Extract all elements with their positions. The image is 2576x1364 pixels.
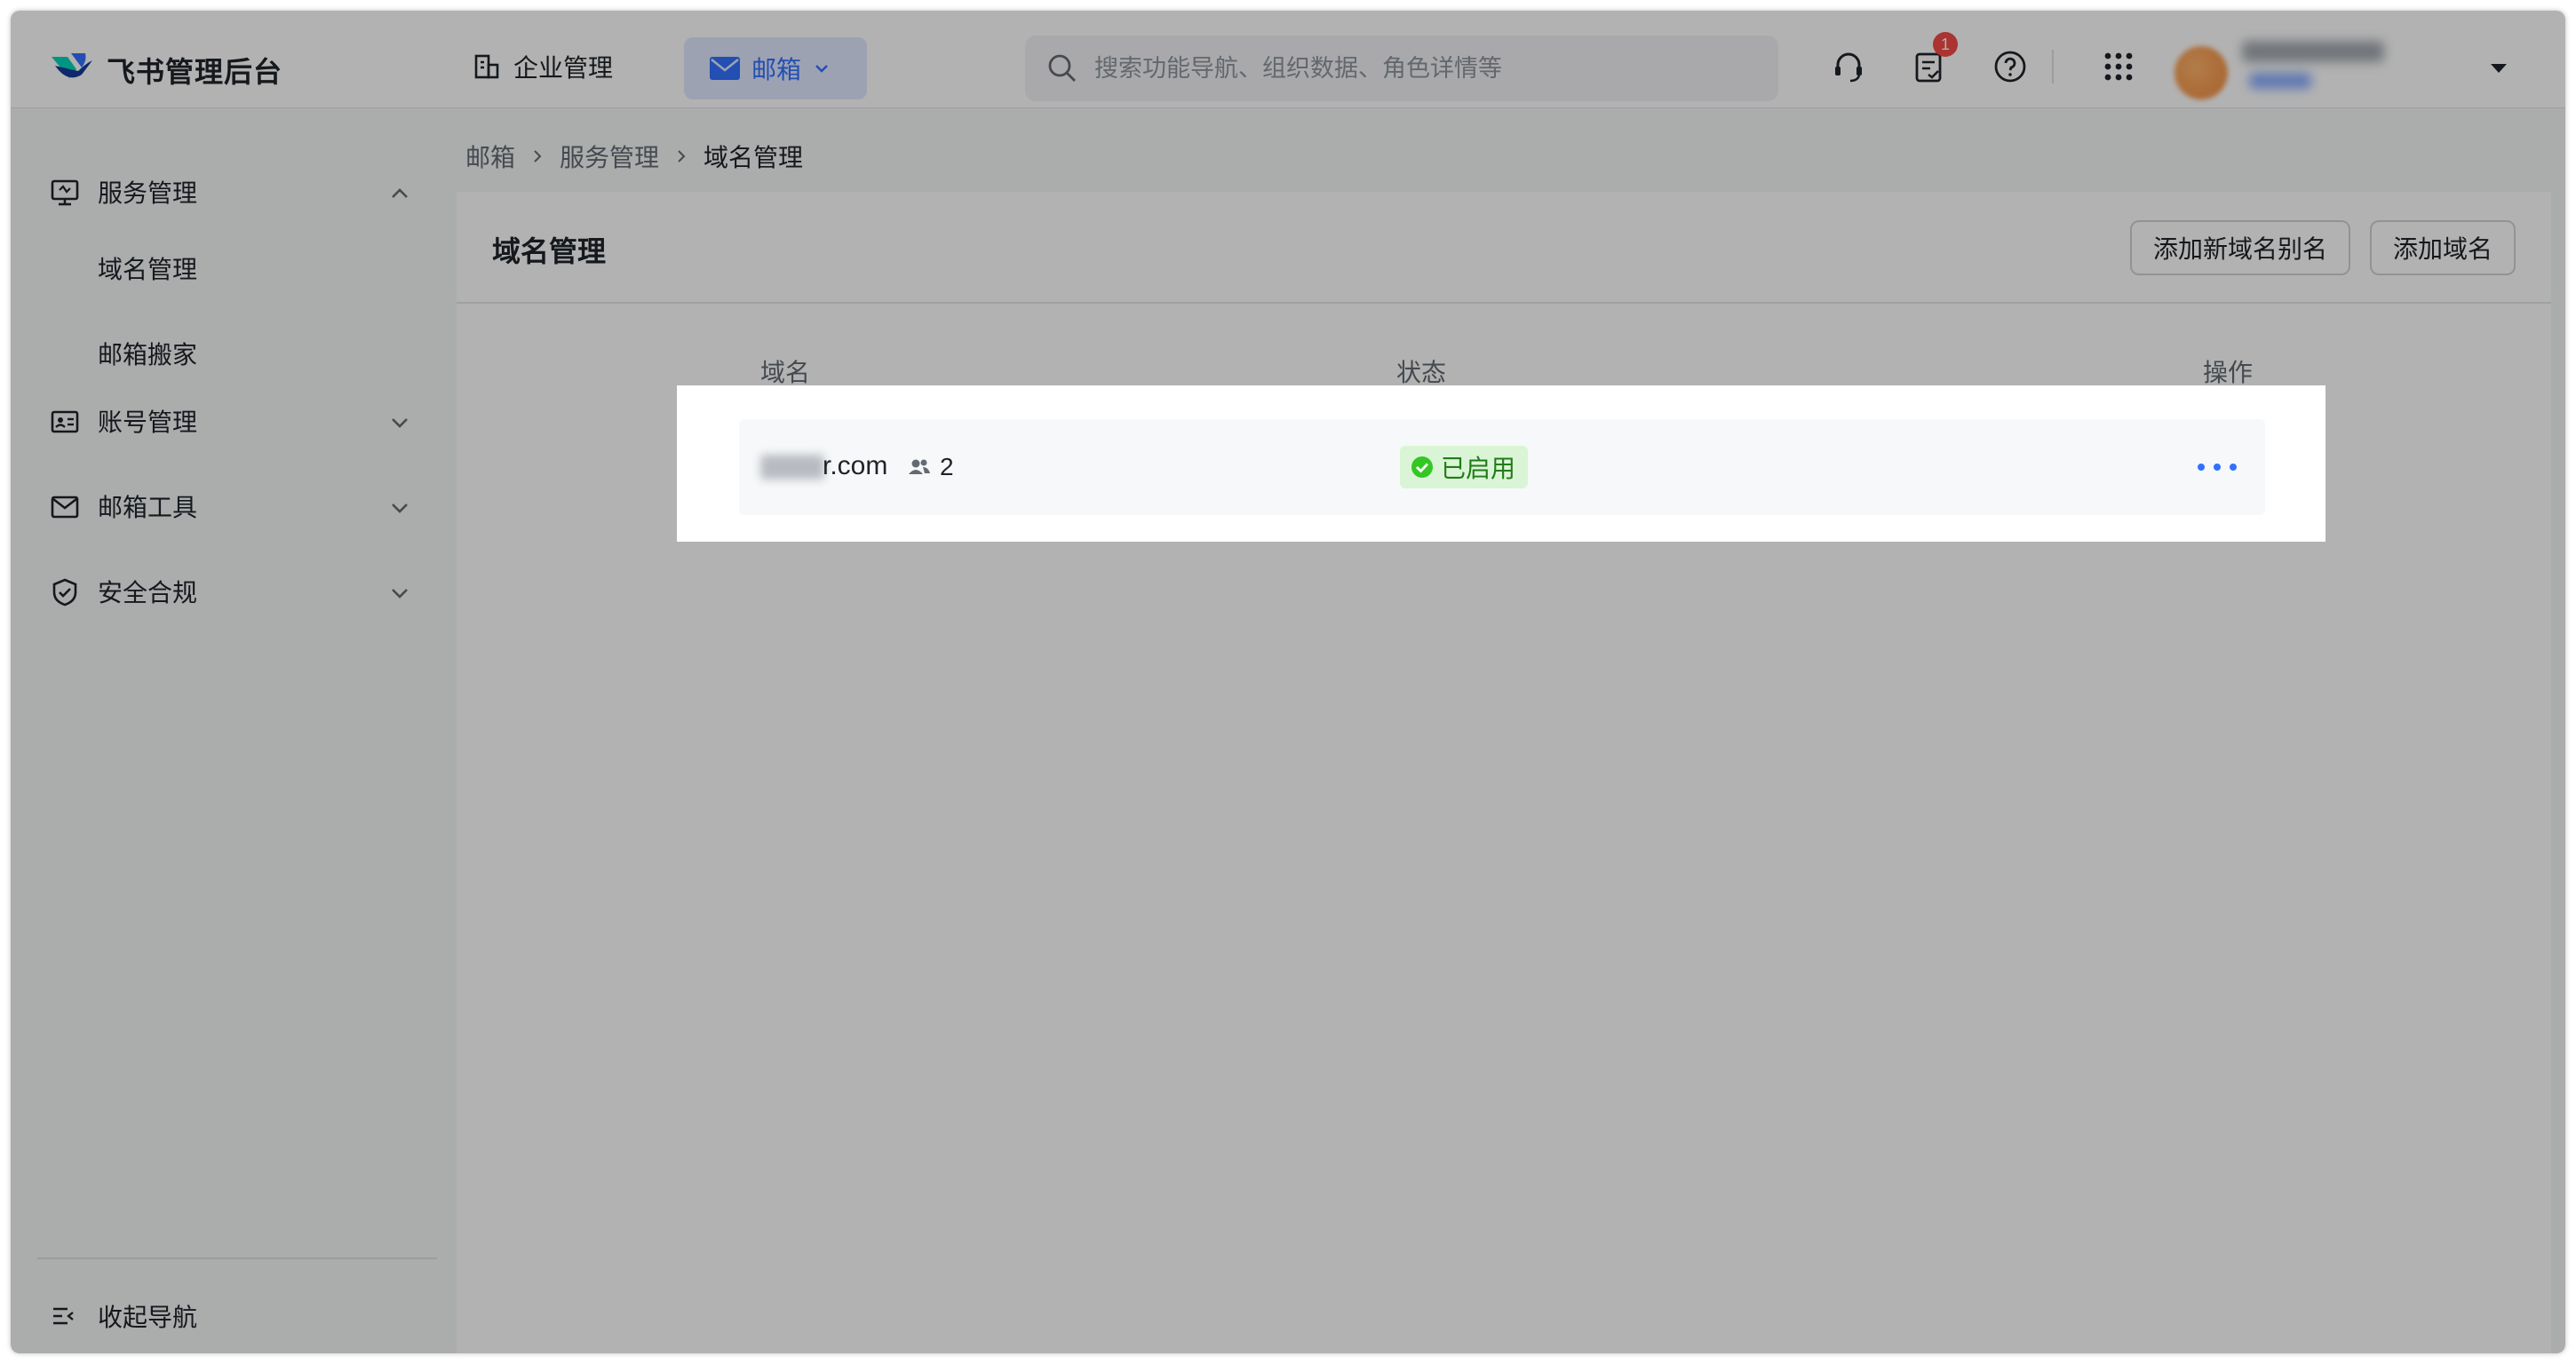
apps-grid-icon bbox=[2104, 52, 2133, 81]
more-actions-button[interactable] bbox=[2198, 451, 2237, 483]
nav-enterprise-label: 企业管理 bbox=[513, 54, 614, 82]
domain-prefix-blurred bbox=[760, 455, 824, 480]
building-icon bbox=[474, 54, 499, 79]
app-title: 飞书管理后台 bbox=[107, 56, 283, 88]
breadcrumb-mail[interactable]: 邮箱 bbox=[465, 139, 515, 174]
user-org-blurred bbox=[2249, 73, 2311, 89]
page-title: 域名管理 bbox=[492, 235, 607, 267]
chevron-down-icon bbox=[392, 418, 408, 428]
sidebar-group-label: 账号管理 bbox=[98, 408, 198, 436]
users-icon bbox=[909, 459, 930, 474]
sidebar-group-label: 邮箱工具 bbox=[98, 494, 198, 521]
headset-icon bbox=[1835, 52, 1862, 83]
user-name-blurred bbox=[2242, 41, 2384, 62]
notification-badge: 1 bbox=[1933, 32, 1958, 57]
more-dot bbox=[2214, 464, 2221, 471]
mail-filled-icon bbox=[710, 57, 740, 80]
help-icon bbox=[1994, 51, 2026, 83]
more-dot bbox=[2230, 464, 2237, 471]
status-label: 已启用 bbox=[1441, 455, 1516, 482]
more-dot bbox=[2198, 464, 2205, 471]
sidebar-group-mail-tools[interactable]: 邮箱工具 bbox=[11, 478, 457, 535]
global-search[interactable] bbox=[1025, 36, 1778, 101]
id-card-icon bbox=[51, 410, 79, 433]
chevron-down-icon bbox=[392, 504, 408, 513]
top-header: 飞书管理后台 企业管理 邮箱 搜索功能导航、组织数据、角色详情等 1 bbox=[11, 11, 2565, 108]
chevron-right-icon bbox=[678, 150, 686, 163]
collapse-icon bbox=[53, 1307, 74, 1325]
member-count: 2 bbox=[908, 453, 954, 481]
add-domain-alias-button[interactable]: 添加新域名别名 bbox=[2130, 220, 2351, 275]
breadcrumb-service[interactable]: 服务管理 bbox=[560, 139, 659, 174]
chevron-down-icon bbox=[392, 589, 408, 599]
sidebar-group-service-management[interactable]: 服务管理 bbox=[11, 163, 457, 220]
domain-card: 域名管理 添加新域名别名 添加域名 域名 状态 操作 r.com 2 已启用 bbox=[457, 192, 2551, 1353]
nav-enterprise-management[interactable]: 企业管理 bbox=[473, 44, 613, 89]
chevron-right-icon bbox=[534, 150, 542, 163]
admin-console-window: 飞书管理后台 企业管理 邮箱 搜索功能导航、组织数据、角色详情等 1 服务管理 … bbox=[11, 11, 2565, 1353]
sidebar: 服务管理 域名管理 邮箱搬家 账号管理 邮箱工具 安全合规 收起导航 bbox=[11, 108, 457, 1353]
table-row[interactable]: r.com 2 已启用 bbox=[739, 419, 2265, 515]
nav-mail-dropdown[interactable]: 邮箱 bbox=[684, 37, 867, 99]
chevron-up-icon bbox=[392, 188, 408, 198]
sidebar-group-label: 服务管理 bbox=[98, 179, 198, 207]
search-input[interactable] bbox=[1094, 54, 1769, 83]
chevron-down-icon bbox=[815, 65, 828, 73]
apps-button[interactable] bbox=[2096, 44, 2141, 89]
header-divider bbox=[2052, 50, 2054, 83]
tasks-button[interactable]: 1 bbox=[1906, 32, 1958, 89]
check-circle-icon bbox=[1411, 456, 1433, 478]
breadcrumb-current: 域名管理 bbox=[704, 144, 804, 171]
column-header-status: 状态 bbox=[1396, 359, 1447, 386]
caret-down-icon[interactable] bbox=[2485, 55, 2512, 82]
sidebar-item-mail-migration[interactable]: 邮箱搬家 bbox=[98, 336, 197, 371]
help-button[interactable] bbox=[1988, 44, 2032, 89]
sidebar-group-security-compliance[interactable]: 安全合规 bbox=[11, 563, 457, 620]
sidebar-divider bbox=[37, 1257, 437, 1259]
feishu-logo bbox=[52, 53, 92, 78]
sidebar-item-domain-management[interactable]: 域名管理 bbox=[98, 250, 197, 286]
column-header-actions: 操作 bbox=[2203, 359, 2254, 386]
avatar[interactable] bbox=[2174, 46, 2228, 99]
support-button[interactable] bbox=[1826, 44, 1871, 89]
member-count-value: 2 bbox=[940, 453, 954, 480]
main-content: 邮箱 服务管理 域名管理 域名管理 添加新域名别名 添加域名 域名 状态 操作 … bbox=[457, 108, 2565, 1353]
card-divider bbox=[457, 302, 2551, 304]
column-header-domain: 域名 bbox=[760, 359, 811, 386]
breadcrumb: 邮箱 服务管理 域名管理 bbox=[465, 139, 803, 174]
sidebar-group-account-management[interactable]: 账号管理 bbox=[11, 393, 457, 449]
add-domain-button[interactable]: 添加域名 bbox=[2370, 220, 2516, 275]
sidebar-group-label: 安全合规 bbox=[98, 579, 198, 607]
nav-mail-label: 邮箱 bbox=[751, 56, 802, 83]
status-badge: 已启用 bbox=[1400, 446, 1529, 488]
collapse-nav-label: 收起导航 bbox=[98, 1304, 198, 1331]
shield-icon bbox=[52, 578, 77, 607]
domain-name: r.com bbox=[823, 451, 888, 480]
collapse-nav-button[interactable]: 收起导航 bbox=[50, 1298, 197, 1334]
search-icon bbox=[1048, 54, 1076, 82]
monitor-icon bbox=[51, 179, 79, 206]
mail-icon bbox=[51, 496, 79, 519]
